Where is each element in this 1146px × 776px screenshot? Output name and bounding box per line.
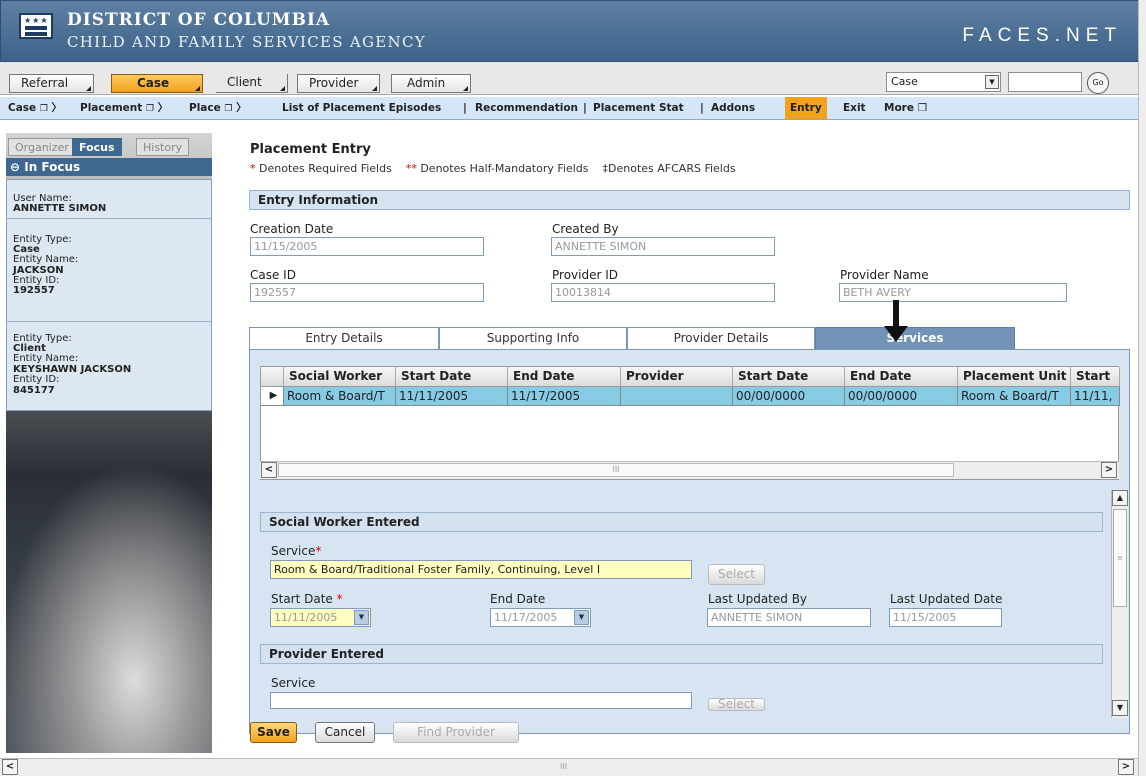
copy-icon: ❐ bbox=[145, 104, 155, 114]
copy-icon: ❐ bbox=[39, 104, 48, 114]
sidebar-tab-organizer[interactable]: Organizer bbox=[8, 138, 76, 156]
table-cell[interactable]: Room & Board/T bbox=[958, 387, 1071, 406]
nav-recommendation[interactable]: Recommendation bbox=[475, 97, 578, 119]
table-cell[interactable]: 11/17/2005 bbox=[508, 387, 621, 406]
in-focus-panel: User Name: ANNETTE SIMON Entity Type: Ca… bbox=[6, 179, 212, 411]
last-updated-date-field: 11/15/2005 bbox=[889, 608, 1002, 627]
scroll-right-icon[interactable]: > bbox=[1118, 759, 1134, 775]
scroll-up-icon[interactable]: ▲ bbox=[1112, 490, 1128, 506]
breadcrumb-placement[interactable]: Placement ❐ 〉 bbox=[80, 97, 168, 119]
cancel-button[interactable]: Cancel bbox=[315, 722, 375, 743]
breadcrumb: Case ❐ 〉 Placement ❐ 〉 Place ❐ 〉 List of… bbox=[0, 97, 1146, 120]
row-selector-icon[interactable]: ▶ bbox=[261, 387, 284, 406]
col-header[interactable]: End Date bbox=[845, 367, 958, 387]
chevron-down-icon: ▼ bbox=[354, 610, 369, 625]
scroll-right-icon[interactable]: > bbox=[1101, 462, 1117, 478]
nav-list-of-placement-episodes[interactable]: List of Placement Episodes bbox=[282, 97, 441, 119]
menu-tab-case[interactable]: Case bbox=[111, 74, 203, 93]
table-cell[interactable]: 11/11/2005 bbox=[396, 387, 508, 406]
start-date-picker[interactable]: 11/11/2005 ▼ bbox=[270, 608, 371, 627]
col-header[interactable]: Placement Unit bbox=[958, 367, 1071, 387]
end-date-picker[interactable]: 11/17/2005 ▼ bbox=[490, 608, 591, 627]
window-hscrollbar[interactable]: < III > bbox=[0, 758, 1138, 776]
entry-info-header: Entry Information bbox=[249, 190, 1130, 210]
grid-hscrollbar[interactable]: < III > bbox=[260, 461, 1119, 479]
arrow-down-icon bbox=[884, 300, 908, 342]
window-vscrollbar[interactable] bbox=[1138, 0, 1146, 776]
tab-provider-details[interactable]: Provider Details bbox=[627, 327, 815, 349]
select-service-button[interactable]: Select bbox=[708, 564, 765, 585]
sidebar-tab-history[interactable]: History bbox=[136, 138, 190, 156]
scroll-thumb[interactable]: III bbox=[278, 463, 954, 477]
provider-service-field[interactable] bbox=[270, 692, 692, 709]
creation-date-field: 11/15/2005 bbox=[250, 237, 484, 256]
dc-flag-logo: ★★★ bbox=[19, 13, 53, 39]
nav-placement-stat[interactable]: Placement Stat bbox=[593, 97, 684, 119]
required-legend: * Denotes Required Fields ** Denotes Hal… bbox=[250, 162, 736, 175]
col-header[interactable]: Start Date bbox=[396, 367, 508, 387]
scroll-left-icon[interactable]: < bbox=[261, 462, 277, 478]
sw-entered-header: Social Worker Entered bbox=[260, 512, 1103, 532]
service-field[interactable]: Room & Board/Traditional Foster Family, … bbox=[270, 560, 692, 579]
provider-name-field: BETH AVERY bbox=[839, 283, 1067, 302]
page-title: Placement Entry bbox=[250, 142, 371, 157]
agency-title: DISTRICT OF COLUMBIA bbox=[67, 10, 331, 30]
nav-addons[interactable]: Addons bbox=[711, 97, 755, 119]
scroll-thumb[interactable]: ≡ bbox=[1113, 509, 1127, 607]
form-tabs: Entry Details Supporting Info Provider D… bbox=[249, 327, 1130, 349]
panel-vscrollbar[interactable]: ▲ ≡ ▼ bbox=[1111, 490, 1128, 718]
main-menu: Referral Case Client Provider Admin Case… bbox=[0, 62, 1146, 95]
nav-more[interactable]: More ❐ bbox=[884, 97, 927, 119]
sidebar-tab-focus[interactable]: Focus bbox=[72, 138, 122, 156]
search-input[interactable] bbox=[1008, 72, 1082, 92]
app-logo: FACES.NET bbox=[962, 25, 1122, 46]
provider-select-button[interactable]: Select bbox=[708, 698, 765, 711]
table-cell[interactable] bbox=[621, 387, 733, 406]
save-button[interactable]: Save bbox=[250, 722, 297, 743]
col-header[interactable]: Provider bbox=[621, 367, 733, 387]
chevron-down-icon: ▼ bbox=[574, 610, 589, 625]
scroll-left-icon[interactable]: < bbox=[2, 759, 18, 775]
services-panel: Social Worker Start Date End Date Provid… bbox=[249, 349, 1130, 734]
created-by-field: ANNETTE SIMON bbox=[551, 237, 775, 256]
col-header[interactable]: Social Worker bbox=[284, 367, 396, 387]
col-header[interactable]: Start bbox=[1071, 367, 1120, 387]
agency-subtitle: CHILD AND FAMILY SERVICES AGENCY bbox=[67, 33, 426, 51]
table-cell[interactable]: 00/00/0000 bbox=[845, 387, 958, 406]
tab-entry-details[interactable]: Entry Details bbox=[249, 327, 439, 349]
copy-icon: ❐ bbox=[224, 104, 233, 114]
entity-id: 192557 bbox=[13, 285, 55, 296]
in-focus-header[interactable]: ⊖ In Focus bbox=[6, 158, 212, 176]
entity-id: 845177 bbox=[13, 385, 55, 396]
case-id-field: 192557 bbox=[250, 283, 484, 302]
scroll-down-icon[interactable]: ▼ bbox=[1112, 700, 1128, 716]
table-cell[interactable]: 00/00/0000 bbox=[733, 387, 845, 406]
col-header[interactable]: End Date bbox=[508, 367, 621, 387]
find-provider-button[interactable]: Find Provider bbox=[393, 722, 519, 743]
placement-entry-form: Placement Entry * Denotes Required Field… bbox=[224, 122, 1138, 754]
table-cell[interactable]: Room & Board/T bbox=[284, 387, 396, 406]
chevron-down-icon[interactable]: ▼ bbox=[985, 75, 999, 89]
go-button[interactable]: Go bbox=[1087, 72, 1109, 94]
provider-entered-header: Provider Entered bbox=[260, 644, 1103, 664]
breadcrumb-place[interactable]: Place ❐ 〉 bbox=[189, 97, 247, 119]
user-name: ANNETTE SIMON bbox=[13, 203, 107, 214]
scroll-grip: III bbox=[560, 762, 568, 771]
menu-tab-provider[interactable]: Provider bbox=[297, 74, 380, 93]
menu-tab-referral[interactable]: Referral bbox=[9, 74, 94, 93]
tab-supporting-info[interactable]: Supporting Info bbox=[439, 327, 627, 349]
nav-exit[interactable]: Exit bbox=[843, 97, 866, 119]
app-header: ★★★ DISTRICT OF COLUMBIA CHILD AND FAMIL… bbox=[0, 0, 1146, 62]
menu-tab-admin[interactable]: Admin bbox=[391, 74, 471, 93]
nav-entry[interactable]: Entry bbox=[785, 97, 827, 119]
provider-id-field: 10013814 bbox=[551, 283, 775, 302]
last-updated-by-field: ANNETTE SIMON bbox=[707, 608, 871, 627]
menu-tab-client[interactable]: Client bbox=[216, 74, 288, 93]
col-header[interactable]: Start Date bbox=[733, 367, 845, 387]
focus-sidebar: Organizer Focus History ⊖ In Focus User … bbox=[6, 133, 212, 753]
search-type-select[interactable]: Case ▼ bbox=[886, 72, 1001, 92]
table-cell[interactable]: 11/11, bbox=[1071, 387, 1120, 406]
breadcrumb-case[interactable]: Case ❐ 〉 bbox=[8, 97, 62, 119]
